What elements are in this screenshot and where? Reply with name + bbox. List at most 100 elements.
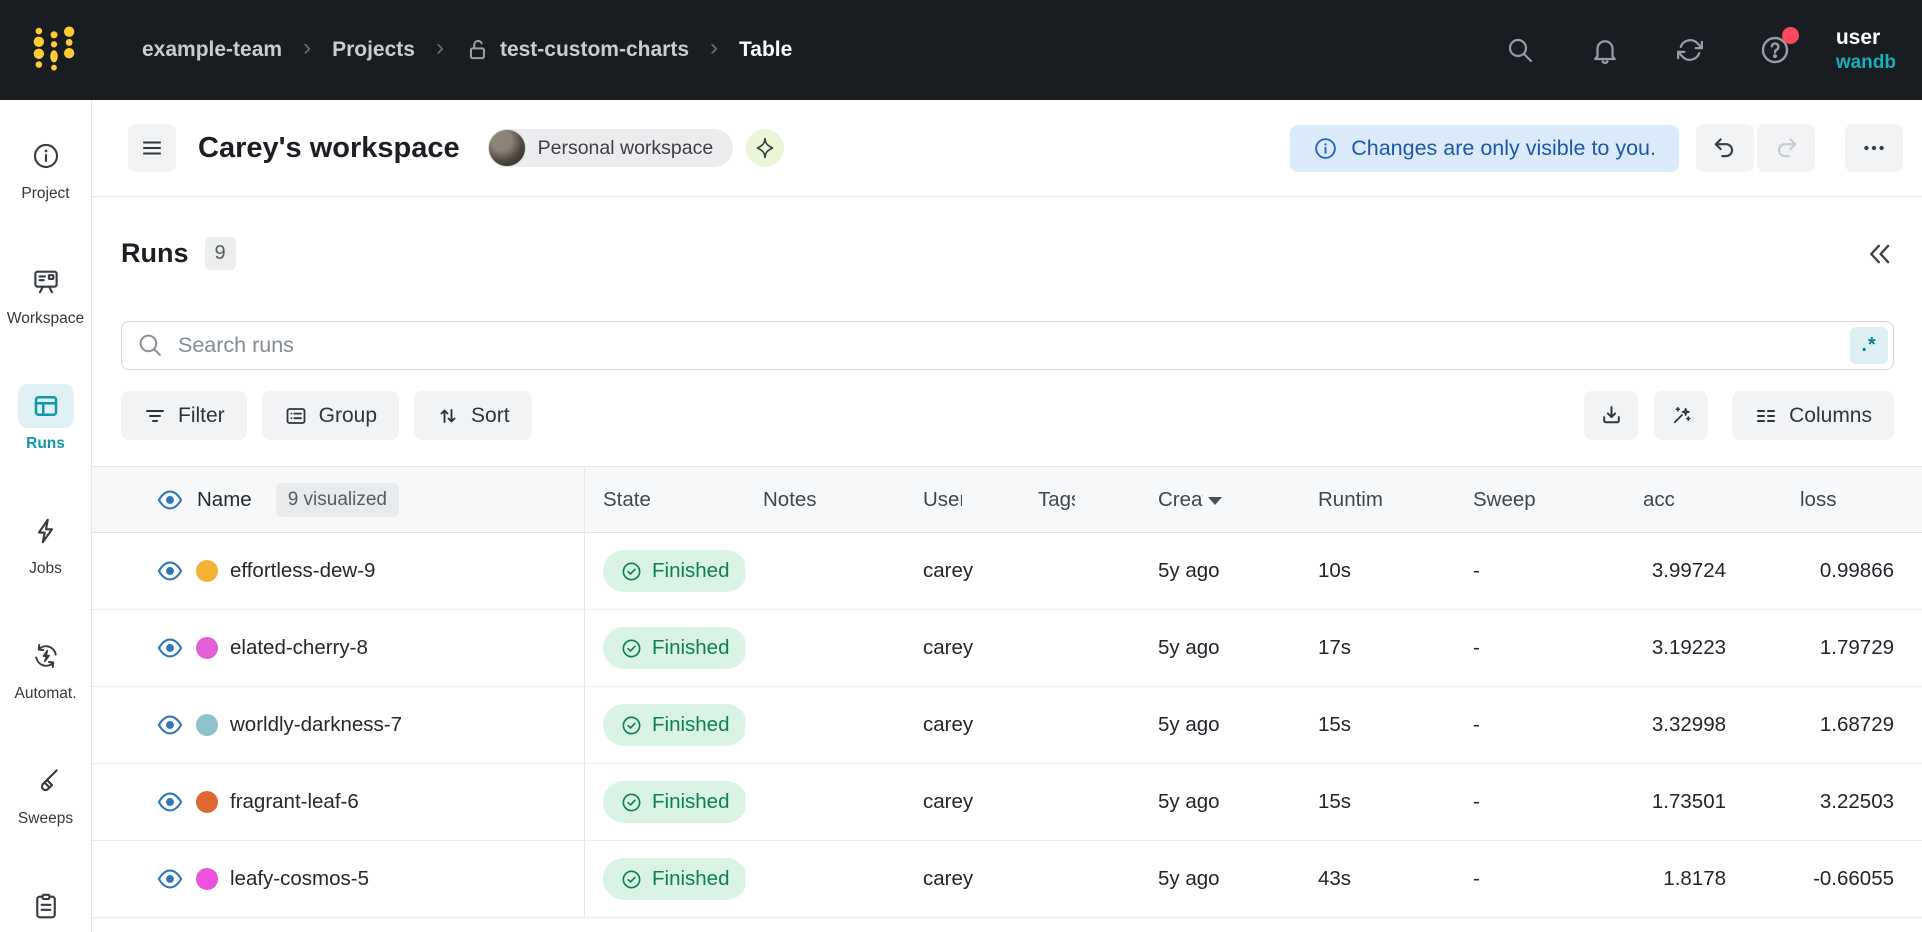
visibility-notice[interactable]: Changes are only visible to you. [1290, 125, 1679, 172]
wandb-runs-table-page: example-team › Projects › test-custom-ch… [0, 0, 1922, 932]
table-row[interactable]: elated-cherry-8 Finished carey 5y ago 17… [92, 610, 1922, 687]
redo-button[interactable] [1757, 124, 1815, 172]
column-header-created[interactable]: Created [1140, 467, 1300, 532]
visibility-eye-icon[interactable] [156, 788, 184, 816]
check-circle-icon [620, 868, 643, 891]
sidebar-item-sweeps[interactable]: Sweeps [18, 759, 74, 828]
run-name-link[interactable]: leafy-cosmos-5 [230, 867, 369, 891]
sidebar-item-jobs[interactable]: Jobs [18, 509, 74, 578]
loss-cell: 1.79729 [1760, 610, 1922, 686]
sparkle-button[interactable] [746, 129, 784, 167]
run-name-link[interactable]: elated-cherry-8 [230, 636, 368, 660]
run-name-link[interactable]: worldly-darkness-7 [230, 713, 402, 737]
wandb-logo-icon [30, 23, 78, 77]
created-cell: 5y ago [1140, 687, 1300, 763]
visibility-eye-icon[interactable] [156, 711, 184, 739]
search-icon[interactable] [1504, 34, 1536, 66]
navbar-actions: user wandb [1504, 25, 1922, 75]
run-name-link[interactable]: fragrant-leaf-6 [230, 790, 359, 814]
collapse-panel-button[interactable] [1866, 240, 1894, 268]
visibility-eye-icon[interactable] [156, 634, 184, 662]
loss-cell: -0.66055 [1760, 841, 1922, 917]
sidebar-item-project[interactable]: Project [18, 134, 74, 203]
column-header-runtime[interactable]: Runtime [1300, 467, 1455, 532]
info-icon [18, 134, 74, 178]
runs-panel-header: Runs 9 [121, 233, 1894, 274]
refresh-icon[interactable] [1674, 34, 1706, 66]
table-row[interactable]: fragrant-leaf-6 Finished carey 5y ago 15… [92, 764, 1922, 841]
bolt-icon [18, 509, 74, 553]
sort-desc-icon [1208, 497, 1222, 505]
sort-button[interactable]: Sort [414, 391, 532, 440]
loss-cell: 1.68729 [1760, 687, 1922, 763]
sweep-cell: - [1455, 841, 1615, 917]
sidebar-item-runs[interactable]: Runs [18, 384, 74, 453]
visibility-eye-icon[interactable] [156, 865, 184, 893]
workspace-badge-wrap[interactable]: Personal workspace [488, 129, 734, 167]
tags-cell [1020, 764, 1140, 840]
search-runs-input[interactable] [121, 321, 1894, 370]
magic-wand-button[interactable] [1654, 391, 1708, 440]
column-header-notes[interactable]: Notes [745, 467, 905, 532]
acc-cell: 1.8178 [1615, 841, 1760, 917]
column-header-user[interactable]: User [905, 467, 1020, 532]
column-header-tags[interactable]: Tags [1020, 467, 1140, 532]
table-row[interactable]: worldly-darkness-7 Finished carey 5y ago… [92, 687, 1922, 764]
magic-wand-icon [1669, 403, 1694, 428]
state-badge: Finished [603, 781, 745, 823]
more-options-button[interactable] [1845, 124, 1903, 172]
column-header-state[interactable]: State [585, 467, 745, 532]
user-menu[interactable]: user wandb [1836, 25, 1896, 75]
runtime-cell: 17s [1300, 610, 1455, 686]
sidebar-item-reports[interactable]: Reports [18, 884, 74, 932]
visibility-eye-icon[interactable] [156, 557, 184, 585]
run-color-dot [196, 791, 218, 813]
sidebar-item-automations[interactable]: Automat. [14, 634, 76, 703]
loss-cell: 0.99866 [1760, 533, 1922, 609]
table-icon [18, 384, 74, 428]
regex-toggle-button[interactable]: .* [1850, 327, 1888, 364]
double-chevron-left-icon [1866, 240, 1894, 268]
help-icon[interactable] [1759, 34, 1791, 66]
group-button[interactable]: Group [262, 391, 399, 440]
acc-cell: 3.32998 [1615, 687, 1760, 763]
check-circle-icon [620, 637, 643, 660]
column-header-acc[interactable]: acc [1615, 467, 1760, 532]
workspace-menu-button[interactable] [128, 124, 176, 172]
wandb-logo[interactable] [30, 23, 80, 77]
broom-icon [18, 759, 74, 803]
board-icon [18, 259, 74, 303]
runtime-cell: 43s [1300, 841, 1455, 917]
tags-cell [1020, 533, 1140, 609]
export-button[interactable] [1584, 391, 1638, 440]
breadcrumb-projects[interactable]: Projects [332, 38, 415, 62]
table-row[interactable]: leafy-cosmos-5 Finished carey 5y ago 43s… [92, 841, 1922, 918]
top-navbar: example-team › Projects › test-custom-ch… [0, 0, 1922, 100]
user-cell: carey [905, 610, 1020, 686]
state-cell: Finished [585, 687, 745, 763]
run-name-link[interactable]: effortless-dew-9 [230, 559, 375, 583]
visibility-eye-icon[interactable] [156, 486, 184, 514]
column-header-loss[interactable]: loss [1760, 467, 1922, 532]
redo-icon [1773, 135, 1799, 161]
state-badge: Finished [603, 704, 745, 746]
notification-dot [1782, 27, 1799, 44]
breadcrumb-team[interactable]: example-team [142, 38, 282, 62]
table-row[interactable]: effortless-dew-9 Finished carey 5y ago 1… [92, 533, 1922, 610]
table-header-row: Name 9 visualized State Notes User Tags … [92, 466, 1922, 533]
tags-cell [1020, 687, 1140, 763]
breadcrumb-current-tab[interactable]: Table [739, 38, 792, 62]
column-header-name[interactable]: Name 9 visualized [92, 467, 585, 532]
column-header-sweep[interactable]: Sweep [1455, 467, 1615, 532]
filter-button[interactable]: Filter [121, 391, 247, 440]
filter-icon [143, 404, 167, 428]
sidebar-item-workspace[interactable]: Workspace [7, 259, 84, 328]
columns-button[interactable]: Columns [1732, 391, 1894, 440]
undo-button[interactable] [1696, 124, 1754, 172]
sweep-cell: - [1455, 764, 1615, 840]
search-icon [137, 332, 164, 364]
run-color-dot [196, 714, 218, 736]
bell-icon[interactable] [1589, 34, 1621, 66]
created-cell: 5y ago [1140, 533, 1300, 609]
breadcrumb-project[interactable]: test-custom-charts [465, 37, 689, 63]
